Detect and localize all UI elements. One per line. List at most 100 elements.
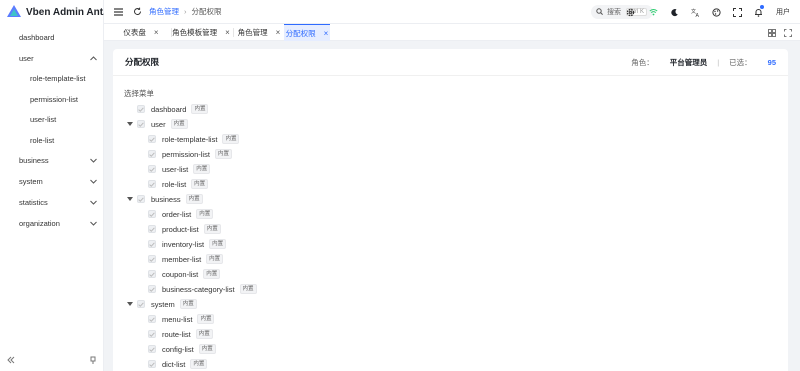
tab-dashboard[interactable]: 仪表盘 ×: [112, 24, 170, 41]
tree-node[interactable]: role-list 内置: [148, 178, 209, 190]
close-icon[interactable]: ×: [154, 28, 159, 37]
sidebar-item-dashboard[interactable]: dashboard: [0, 28, 104, 46]
tree-checkbox[interactable]: [148, 270, 156, 278]
tree-node[interactable]: order-list 内置: [148, 208, 214, 220]
tree-checkbox[interactable]: [148, 315, 156, 323]
tree-checkbox[interactable]: [137, 195, 145, 203]
tree-node[interactable]: role-template-list 内置: [148, 133, 240, 145]
tree-checkbox[interactable]: [148, 285, 156, 293]
meta-divider: |: [717, 57, 720, 67]
page-title: 分配权限: [125, 57, 160, 67]
sidebar-item-label: organization: [19, 218, 60, 228]
breadcrumb-item-role-management[interactable]: 角色管理: [149, 6, 179, 17]
tree-node[interactable]: inventory-list 内置: [148, 238, 227, 250]
tree-checkbox[interactable]: [148, 135, 156, 143]
builtin-tag: 内置: [203, 224, 221, 234]
tree-node[interactable]: product-list 内置: [148, 223, 221, 235]
sidebar: Vben Admin Ant... dashboard user role-te…: [0, 0, 111, 371]
notification-bell-icon[interactable]: [750, 4, 766, 20]
tree-checkbox[interactable]: [148, 180, 156, 188]
section-label: 选择菜单: [124, 89, 154, 98]
tree-node[interactable]: menu-list 内置: [148, 313, 215, 325]
sidebar-item-business[interactable]: business: [0, 151, 104, 169]
collapse-sidebar-icon[interactable]: [7, 356, 15, 366]
tree-node[interactable]: member-list 内置: [148, 253, 224, 265]
tab-tools: [766, 27, 794, 38]
wifi-icon[interactable]: [645, 4, 661, 20]
tree-checkbox[interactable]: [148, 150, 156, 158]
search-icon: [596, 7, 603, 17]
close-icon[interactable]: ×: [324, 29, 329, 38]
sidebar-item-organization[interactable]: organization: [0, 214, 104, 232]
chevron-down-icon: [88, 176, 98, 186]
logo[interactable]: Vben Admin Ant...: [0, 0, 111, 24]
caret-down-icon[interactable]: [126, 195, 134, 203]
caret-down-icon[interactable]: [126, 300, 134, 308]
close-icon[interactable]: ×: [225, 28, 230, 37]
tab-maximize-icon[interactable]: [782, 27, 794, 38]
caret-down-icon[interactable]: [126, 120, 134, 128]
tree-checkbox[interactable]: [148, 165, 156, 173]
translate-icon[interactable]: 文A: [687, 4, 703, 20]
tree-node[interactable]: user 内置: [127, 118, 188, 130]
sidebar-item-role-template-list[interactable]: role-template-list: [0, 69, 104, 87]
breadcrumb-separator-icon: ›: [184, 7, 187, 16]
refresh-icon[interactable]: [129, 4, 145, 20]
role-meta: 角色： 平台管理员 | 已选： 95: [631, 57, 776, 68]
close-icon[interactable]: ×: [276, 28, 281, 37]
tree-checkbox[interactable]: [148, 225, 156, 233]
sidebar-item-user[interactable]: user: [0, 49, 104, 67]
vben-logo-icon: [7, 5, 21, 19]
tree-checkbox[interactable]: [137, 120, 145, 128]
tree-checkbox[interactable]: [148, 360, 156, 368]
tree-node[interactable]: dict-list 内置: [148, 358, 208, 370]
user-name[interactable]: 用户: [776, 7, 790, 17]
fullscreen-icon[interactable]: [729, 4, 745, 20]
builtin-tag: 内置: [214, 149, 232, 159]
tree-checkbox[interactable]: [137, 300, 145, 308]
tab-role-template-management[interactable]: 角色模板管理 ×: [171, 24, 231, 41]
pin-sidebar-icon[interactable]: [89, 356, 97, 366]
tab-role-management[interactable]: 角色管理 ×: [236, 24, 282, 41]
tab-grid-icon[interactable]: [766, 27, 778, 38]
tree-node[interactable]: business 内置: [127, 193, 203, 205]
tree-checkbox[interactable]: [137, 105, 145, 113]
tree-checkbox[interactable]: [148, 240, 156, 248]
builtin-tag: 内置: [198, 344, 216, 354]
dark-mode-moon-icon[interactable]: [666, 4, 682, 20]
tree-checkbox[interactable]: [148, 210, 156, 218]
sidebar-item-role-list[interactable]: role-list: [0, 131, 104, 149]
tree-node[interactable]: coupon-list 内置: [148, 268, 221, 280]
tree-node[interactable]: permission-list 内置: [148, 148, 232, 160]
sidebar-item-label: role-list: [30, 135, 55, 145]
sidebar-item-label: business: [19, 155, 49, 165]
menu-toggle-icon[interactable]: [110, 4, 126, 20]
settings-icon[interactable]: [622, 4, 638, 20]
tree-node[interactable]: config-list 内置: [148, 343, 216, 355]
theme-palette-icon[interactable]: [708, 4, 724, 20]
tree-checkbox[interactable]: [148, 330, 156, 338]
tree-node[interactable]: business-category-list 内置: [148, 283, 257, 295]
tree-node[interactable]: dashboard 内置: [137, 103, 209, 115]
tree-node[interactable]: system 内置: [127, 298, 197, 310]
tree-checkbox[interactable]: [148, 345, 156, 353]
sidebar-item-statistics[interactable]: statistics: [0, 193, 104, 211]
tree-node[interactable]: route-list 内置: [148, 328, 213, 340]
builtin-tag: 内置: [222, 134, 240, 144]
tree-checkbox[interactable]: [148, 255, 156, 263]
builtin-tag: 内置: [206, 254, 224, 264]
tab-bar: 仪表盘 × 角色模板管理 × 角色管理 × 分配权限 ×: [104, 24, 800, 41]
tree-node-label: permission-list: [162, 149, 210, 159]
tree-node[interactable]: user-list 内置: [148, 163, 211, 175]
top-header: 角色管理 › 分配权限 搜索 Ctrl K 文A 用户: [104, 0, 800, 24]
sidebar-item-permission-list[interactable]: permission-list: [0, 90, 104, 108]
sidebar-item-label: user-list: [30, 114, 57, 124]
tree-node-label: dashboard: [151, 104, 187, 114]
sidebar-item-system[interactable]: system: [0, 172, 104, 190]
tab-assign-permission[interactable]: 分配权限 ×: [284, 24, 330, 41]
svg-text:A: A: [695, 13, 699, 17]
tree-node-label: coupon-list: [162, 269, 199, 279]
sidebar-item-user-list[interactable]: user-list: [0, 110, 104, 128]
notification-dot: [760, 5, 764, 9]
sidebar-item-label: permission-list: [30, 94, 78, 104]
